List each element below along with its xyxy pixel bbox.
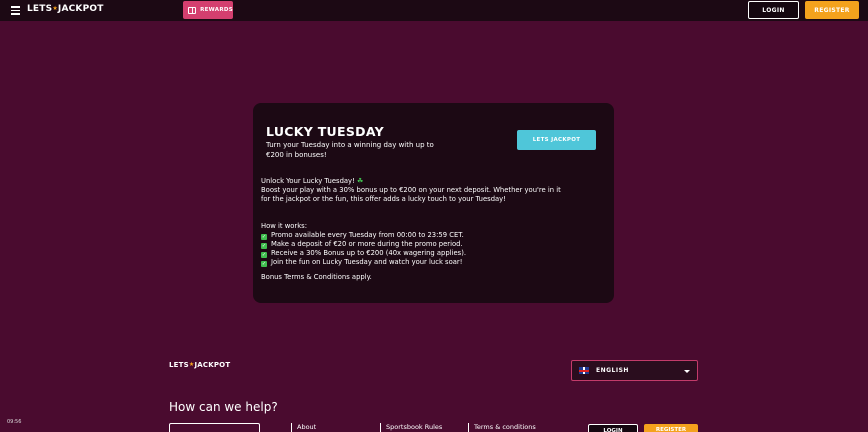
intro-heading-line: Unlock Your Lucky Tuesday! ☘: [261, 177, 561, 186]
uk-flag-icon: [579, 367, 589, 374]
footer-link-about[interactable]: About: [291, 423, 316, 432]
clock-time: 09:56: [7, 419, 22, 425]
footer-logo-left-text: LETS: [169, 361, 189, 369]
logo-right-text: JACKPOT: [57, 4, 104, 14]
footer-logo[interactable]: LETS★JACKPOT: [169, 361, 230, 369]
step-item: ✓ Join the fun on Lucky Tuesday and watch…: [261, 258, 561, 267]
clover-icon: ☘: [356, 177, 364, 185]
gift-icon: [188, 6, 197, 14]
step-text: Promo available every Tuesday from 00:00…: [271, 231, 464, 239]
language-select[interactable]: ENGLISH: [571, 360, 698, 381]
rewards-label: REWARDS: [200, 7, 233, 13]
top-bar: LETS★JACKPOT REWARDS LOGIN REGISTER: [0, 0, 868, 21]
help-title: How can we help?: [169, 400, 278, 414]
logo[interactable]: LETS★JACKPOT: [27, 4, 104, 14]
lets-jackpot-button[interactable]: LETS JACKPOT: [517, 130, 596, 150]
login-button[interactable]: LOGIN: [748, 1, 799, 19]
intro-heading: Unlock Your Lucky Tuesday!: [261, 177, 355, 185]
menu-icon[interactable]: [11, 6, 20, 15]
promo-title: LUCKY TUESDAY: [266, 124, 384, 139]
promo-subtitle: Turn your Tuesday into a winning day wit…: [266, 141, 434, 159]
step-text: Receive a 30% Bonus up to €200 (40x wage…: [271, 249, 467, 257]
terms-text: Bonus Terms & Conditions apply.: [261, 273, 372, 281]
footer-link-sportsbook-rules[interactable]: Sportsbook Rules: [380, 423, 442, 432]
step-item: ✓ Make a deposit of €20 or more during th…: [261, 240, 561, 249]
logo-left-text: LETS: [27, 4, 53, 14]
footer-logo-right-text: JACKPOT: [194, 361, 231, 369]
footer-link-terms[interactable]: Terms & conditions: [468, 423, 536, 432]
check-icon: ✓: [261, 242, 267, 249]
step-text: Join the fun on Lucky Tuesday and watch …: [271, 258, 463, 266]
language-label: ENGLISH: [596, 367, 629, 374]
footer-register-button[interactable]: REGISTER: [644, 424, 698, 432]
step-item: ✓ Promo available every Tuesday from 00:0…: [261, 231, 561, 240]
register-button[interactable]: REGISTER: [805, 1, 859, 19]
intro-text: Boost your play with a 30% bonus up to €…: [261, 186, 561, 203]
help-search-input[interactable]: [169, 423, 260, 432]
check-icon: ✓: [261, 233, 267, 240]
chevron-down-icon: [684, 370, 690, 373]
footer-login-button[interactable]: LOGIN: [588, 424, 638, 432]
promo-card: LUCKY TUESDAY Turn your Tuesday into a w…: [253, 103, 614, 303]
check-icon: ✓: [261, 251, 267, 258]
step-item: ✓ Receive a 30% Bonus up to €200 (40x wag…: [261, 249, 561, 258]
how-heading: How it works:: [261, 222, 307, 230]
rewards-button[interactable]: REWARDS: [183, 1, 233, 19]
step-text: Make a deposit of €20 or more during the…: [271, 240, 463, 248]
promo-body: Unlock Your Lucky Tuesday! ☘ Boost your …: [261, 177, 561, 282]
check-icon: ✓: [261, 260, 267, 267]
